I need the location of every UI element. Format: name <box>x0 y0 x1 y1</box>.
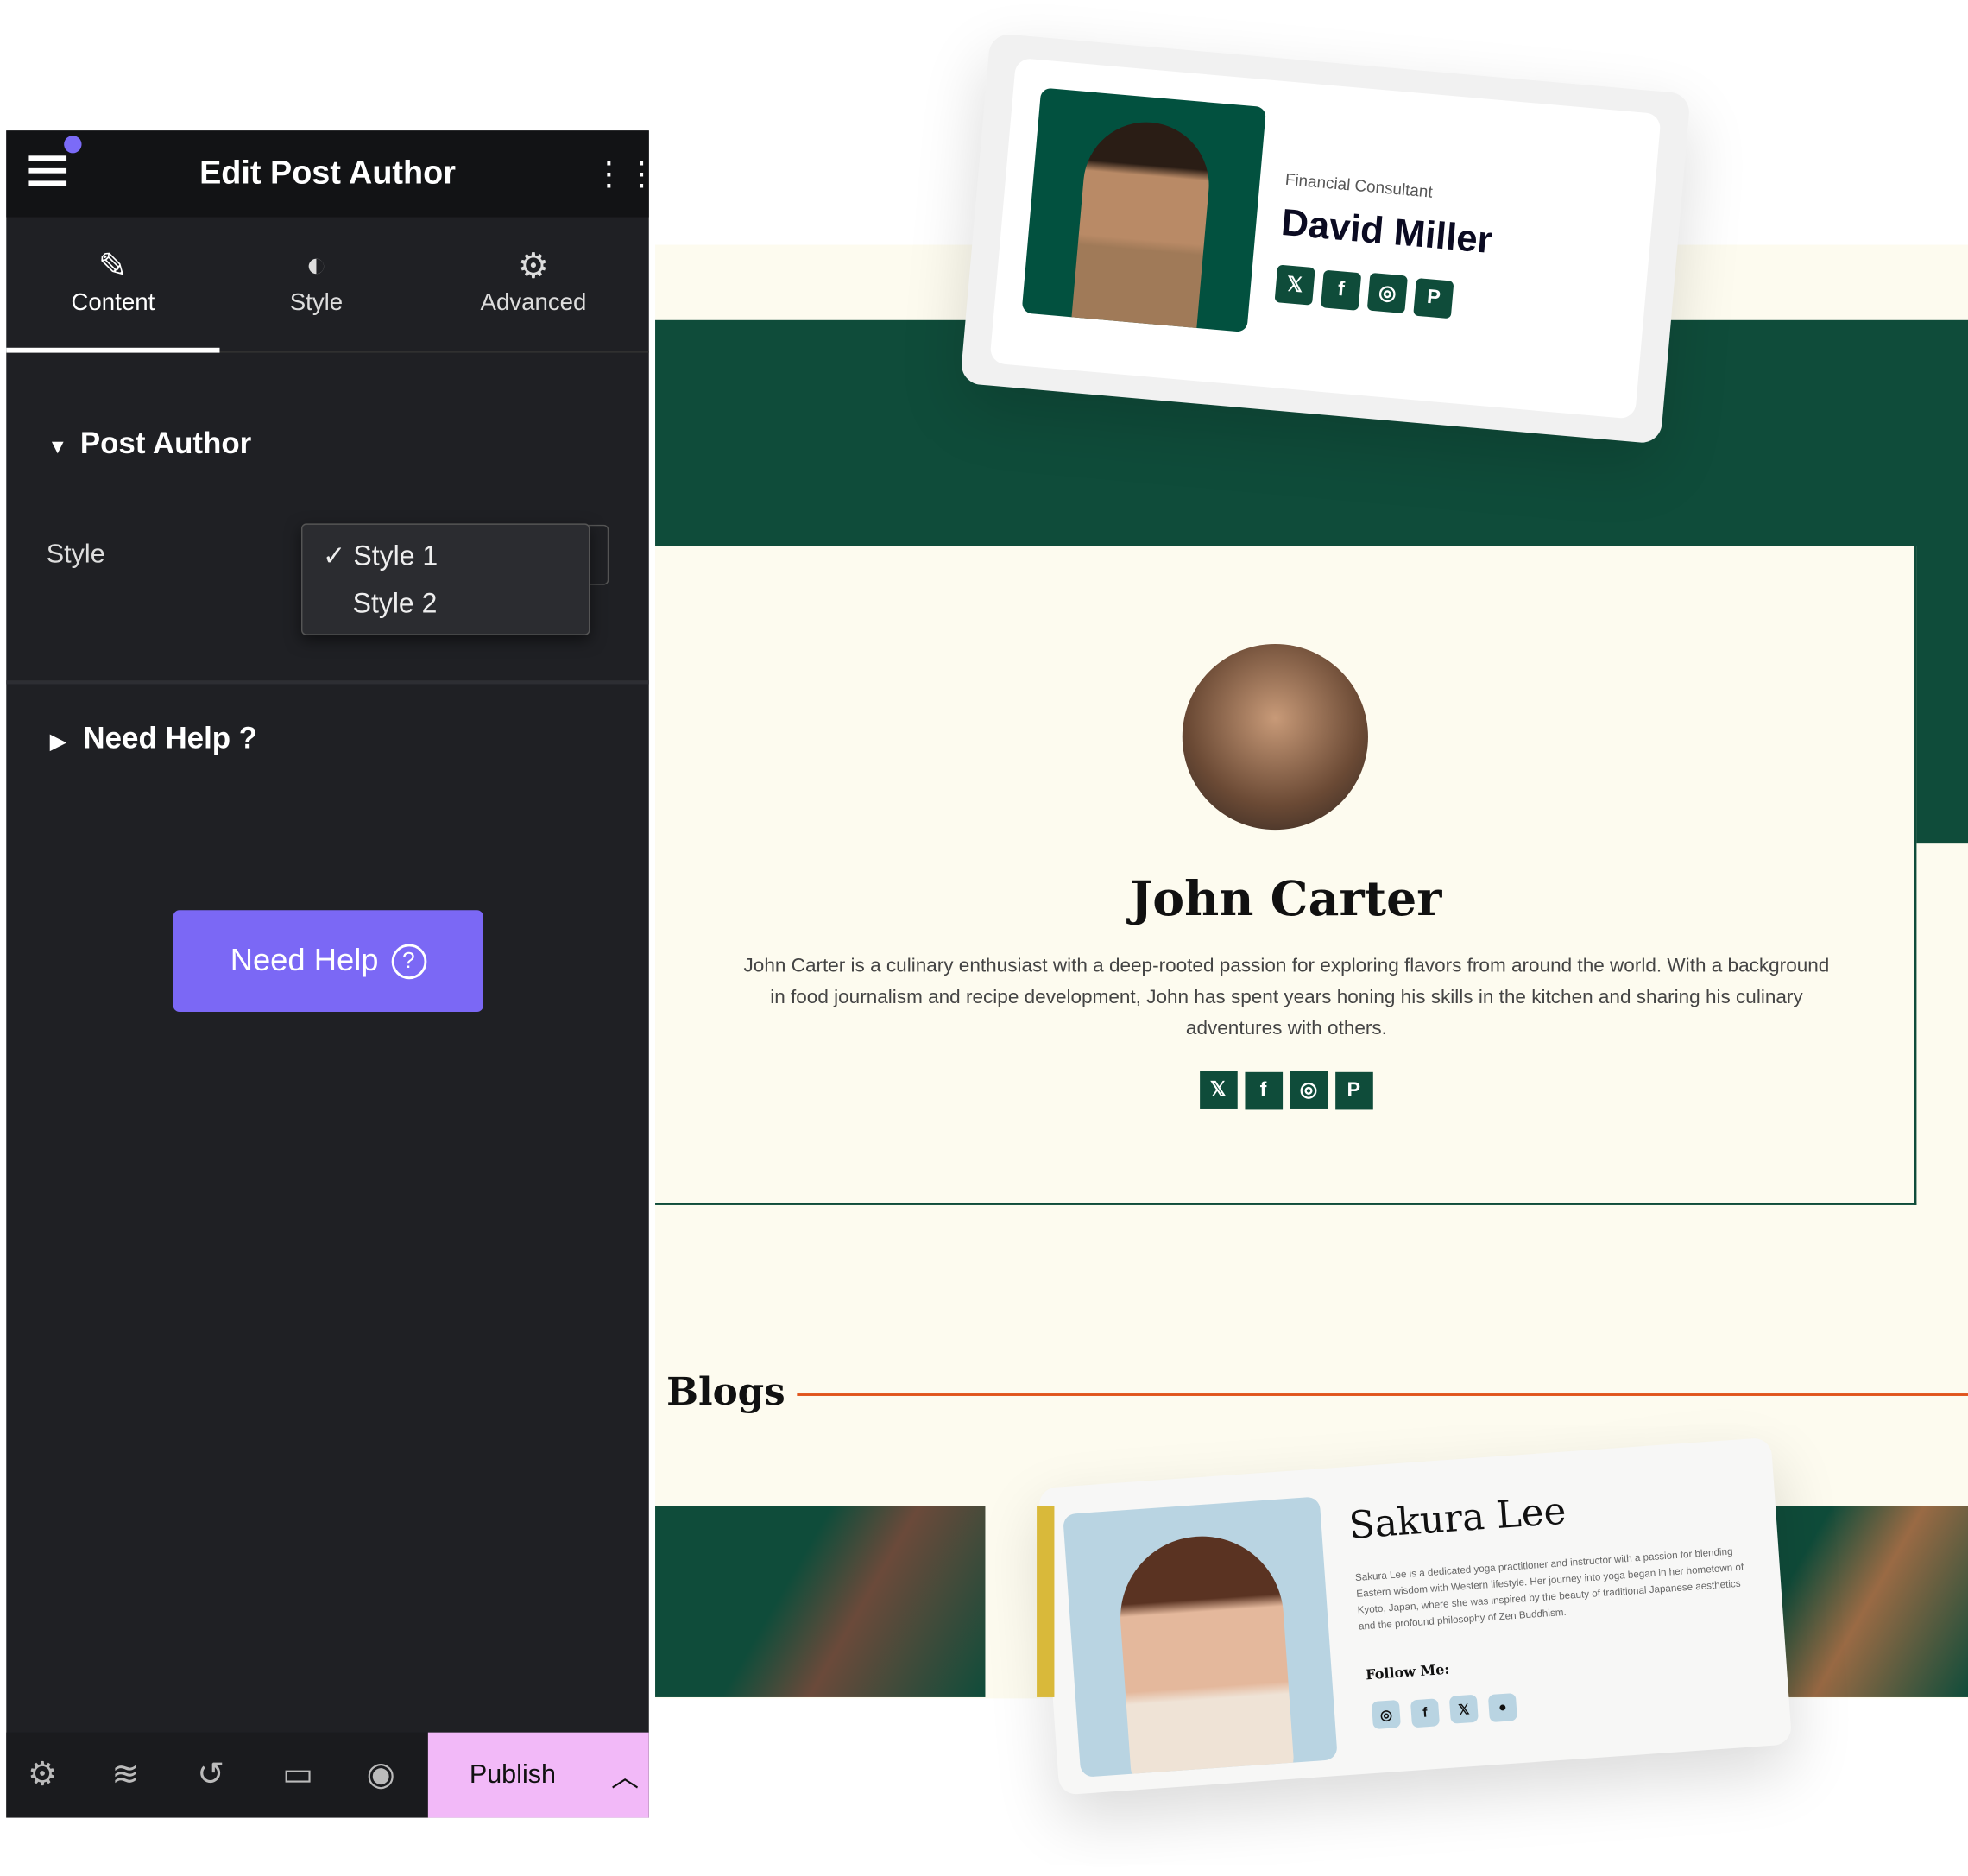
panel-tabs: ✎ Content ◐ Style ⚙ Advanced <box>6 218 649 353</box>
author-bio: John Carter is a culinary enthusiast wit… <box>743 955 1830 1039</box>
x-icon[interactable]: 𝕏 <box>1199 1071 1238 1109</box>
editor-panel: Edit Post Author ⋮⋮⋮ ✎ Content ◐ Style ⚙ Ad… <box>6 130 691 1818</box>
facebook-icon[interactable]: f <box>1410 1697 1441 1728</box>
author-bio: Sakura Lee is a dedicated yoga practitio… <box>1354 1545 1744 1633</box>
x-icon[interactable]: 𝕏 <box>1448 1694 1479 1724</box>
section-need-help[interactable]: ▶ Need Help ? <box>50 722 257 757</box>
need-help-button[interactable]: Need Help? <box>173 910 483 1013</box>
blog-band <box>655 1506 986 1697</box>
layers-icon[interactable]: ≋ <box>111 1755 139 1794</box>
tab-advanced[interactable]: ⚙ Advanced <box>426 218 640 353</box>
half-circle-icon: ◐ <box>306 244 327 284</box>
panel-title: Edit Post Author <box>199 153 456 192</box>
social-links: 𝕏f ◎ P <box>1271 264 1458 319</box>
pinterest-icon[interactable]: P <box>1413 277 1454 319</box>
author-card-john: John Carter John Carter is a culinary en… <box>655 546 1917 1205</box>
social-links: 𝕏f ◎ P <box>655 1071 1916 1110</box>
bottom-toolbar: ⚙ ≋ ↺ ▭ ◉ Publish ︿ <box>6 1732 649 1818</box>
tab-content[interactable]: ✎ Content <box>6 218 220 353</box>
pinterest-icon[interactable]: P <box>1334 1071 1373 1110</box>
facebook-icon[interactable]: f <box>1321 269 1362 311</box>
tab-style[interactable]: ◐ Style <box>210 218 423 353</box>
blogs-heading: Blogs <box>666 1370 785 1415</box>
apps-grid-icon[interactable]: ⋮⋮⋮ <box>592 157 690 190</box>
responsive-icon[interactable]: ▭ <box>282 1755 313 1794</box>
divider <box>6 680 649 685</box>
panel-header: Edit Post Author ⋮⋮⋮ <box>6 130 691 218</box>
instagram-icon[interactable]: ◎ <box>1290 1071 1328 1109</box>
author-card-sakura: Sakura Lee Sakura Lee is a dedicated yog… <box>1038 1437 1793 1796</box>
follow-label: Follow Me: <box>1365 1661 1450 1683</box>
publish-button[interactable]: Publish ︿ <box>427 1732 649 1818</box>
social-links: ◎ f 𝕏 ● <box>1367 1691 1521 1730</box>
author-role: Financial Consultant <box>1284 169 1434 202</box>
author-name: John Carter <box>1130 869 1442 927</box>
settings-icon[interactable]: ⚙ <box>28 1755 57 1794</box>
gear-icon: ⚙ <box>517 246 550 286</box>
x-icon[interactable]: 𝕏 <box>1274 264 1315 306</box>
option-style-2[interactable]: Style 2 <box>353 588 438 621</box>
style-dropdown[interactable]: ✓ Style 1 Style 2 <box>300 523 590 635</box>
option-style-1[interactable]: ✓ Style 1 <box>323 540 438 572</box>
history-icon[interactable]: ↺ <box>197 1755 224 1794</box>
instagram-icon[interactable]: ◎ <box>1366 272 1408 314</box>
caret-down-icon: ▼ <box>47 437 68 458</box>
check-icon: ✓ <box>322 540 354 572</box>
caret-right-icon: ▶ <box>50 731 66 754</box>
author-name: Sakura Lee <box>1347 1489 1567 1549</box>
preview-eye-icon[interactable]: ◉ <box>367 1755 395 1794</box>
question-icon: ? <box>391 943 426 979</box>
facebook-icon[interactable]: f <box>1244 1071 1283 1110</box>
green-strip <box>1916 546 1968 844</box>
chevron-up-icon[interactable]: ︿ <box>611 1755 639 1796</box>
blog-band-right <box>1769 1506 1968 1697</box>
author-card-david: Financial Consultant David Miller 𝕏f ◎ P <box>960 32 1691 445</box>
avatar <box>1182 643 1368 831</box>
instagram-icon[interactable]: ◎ <box>1371 1699 1401 1730</box>
notification-dot <box>64 136 82 154</box>
blogs-divider <box>797 1393 1968 1396</box>
yellow-accent <box>1037 1506 1055 1697</box>
author-photo <box>1063 1496 1338 1778</box>
author-photo <box>1021 87 1267 333</box>
reddit-icon[interactable]: ● <box>1487 1692 1517 1722</box>
pencil-icon: ✎ <box>98 246 128 286</box>
section-post-author[interactable]: ▼ Post Author <box>47 426 251 462</box>
author-name: David Miller <box>1279 202 1494 262</box>
style-label: Style <box>46 540 105 569</box>
